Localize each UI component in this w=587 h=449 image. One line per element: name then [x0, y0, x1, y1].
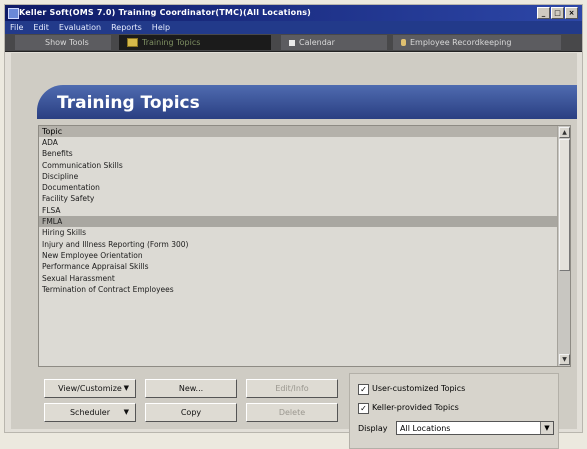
- menu-bar: File Edit Evaluation Reports Help: [5, 21, 582, 34]
- list-item[interactable]: FLSA: [39, 205, 570, 216]
- scroll-down-icon[interactable]: ▼: [559, 354, 570, 365]
- menu-evaluation[interactable]: Evaluation: [54, 21, 106, 32]
- folder-icon: [127, 38, 138, 47]
- app-icon[interactable]: [8, 8, 19, 19]
- page-title: Training Topics: [57, 93, 200, 113]
- toolbar-calendar[interactable]: Calendar: [281, 35, 387, 50]
- menu-reports[interactable]: Reports: [106, 21, 147, 32]
- toolbar-employee-recordkeeping[interactable]: Employee Recordkeeping: [393, 35, 561, 50]
- chevron-down-icon[interactable]: ▼: [540, 422, 553, 434]
- scroll-up-icon[interactable]: ▲: [559, 127, 570, 138]
- list-scrollbar[interactable]: ▲ ▼: [557, 126, 570, 366]
- menu-help[interactable]: Help: [147, 21, 175, 32]
- menu-edit[interactable]: Edit: [28, 21, 54, 32]
- list-item[interactable]: Performance Appraisal Skills: [39, 261, 570, 272]
- window-controls: _ □ ×: [536, 7, 578, 19]
- list-item[interactable]: ADA: [39, 137, 570, 148]
- user-customized-checkbox[interactable]: ✓: [358, 384, 369, 395]
- list-item[interactable]: Hiring Skills: [39, 227, 570, 238]
- list-item[interactable]: Documentation: [39, 182, 570, 193]
- list-item[interactable]: Sexual Harassment: [39, 273, 570, 284]
- toolbar-show-tools[interactable]: Show Tools: [15, 35, 111, 50]
- delete-button[interactable]: Delete: [246, 403, 338, 422]
- new-button[interactable]: New...: [145, 379, 237, 398]
- close-icon[interactable]: ×: [565, 7, 578, 19]
- list-item[interactable]: Communication Skills: [39, 160, 570, 171]
- list-item[interactable]: Facility Safety: [39, 193, 570, 204]
- keller-provided-checkbox[interactable]: ✓: [358, 403, 369, 414]
- toolbar-training-topics[interactable]: Training Topics: [119, 35, 271, 50]
- list-item-selected[interactable]: FMLA: [39, 216, 570, 228]
- section-banner: Training Topics: [37, 85, 577, 119]
- list-header[interactable]: Topic: [39, 126, 570, 137]
- scroll-thumb[interactable]: [559, 139, 570, 271]
- list-item[interactable]: Discipline: [39, 171, 570, 182]
- menu-file[interactable]: File: [5, 21, 28, 32]
- copy-button[interactable]: Copy: [145, 403, 237, 422]
- keller-provided-label: Keller-provided Topics: [372, 403, 459, 412]
- list-item[interactable]: Termination of Contract Employees: [39, 284, 570, 295]
- edit-info-button[interactable]: Edit/Info: [246, 379, 338, 398]
- display-label: Display: [358, 424, 388, 433]
- list-item[interactable]: Benefits: [39, 148, 570, 159]
- scheduler-button[interactable]: Scheduler ▼: [44, 403, 136, 422]
- view-customize-button[interactable]: View/Customize ▼: [44, 379, 136, 398]
- title-bar: Keller Soft(OMS 7.0) Training Coordinato…: [5, 5, 582, 21]
- display-location-select[interactable]: All Locations ▼: [396, 421, 554, 435]
- toolbar: Show Tools Training Topics Calendar Empl…: [5, 34, 582, 52]
- list-item[interactable]: Injury and Illness Reporting (Form 300): [39, 239, 570, 250]
- topic-filter-panel: ✓ User-customized Topics ✓ Keller-provid…: [349, 373, 559, 449]
- dropdown-arrow-icon: ▼: [123, 384, 129, 392]
- dropdown-arrow-icon: ▼: [123, 408, 129, 416]
- minimize-icon[interactable]: _: [537, 7, 550, 19]
- topics-list[interactable]: Topic ADA Benefits Communication Skills …: [38, 125, 571, 367]
- maximize-icon[interactable]: □: [551, 7, 564, 19]
- main-panel: Training Topics Topic ADA Benefits Commu…: [11, 53, 577, 449]
- calendar-icon: [289, 39, 295, 46]
- person-icon: [401, 39, 406, 46]
- list-item[interactable]: New Employee Orientation: [39, 250, 570, 261]
- window-title: Keller Soft(OMS 7.0) Training Coordinato…: [19, 8, 312, 17]
- app-window: Keller Soft(OMS 7.0) Training Coordinato…: [4, 4, 583, 449]
- user-customized-label: User-customized Topics: [372, 384, 466, 393]
